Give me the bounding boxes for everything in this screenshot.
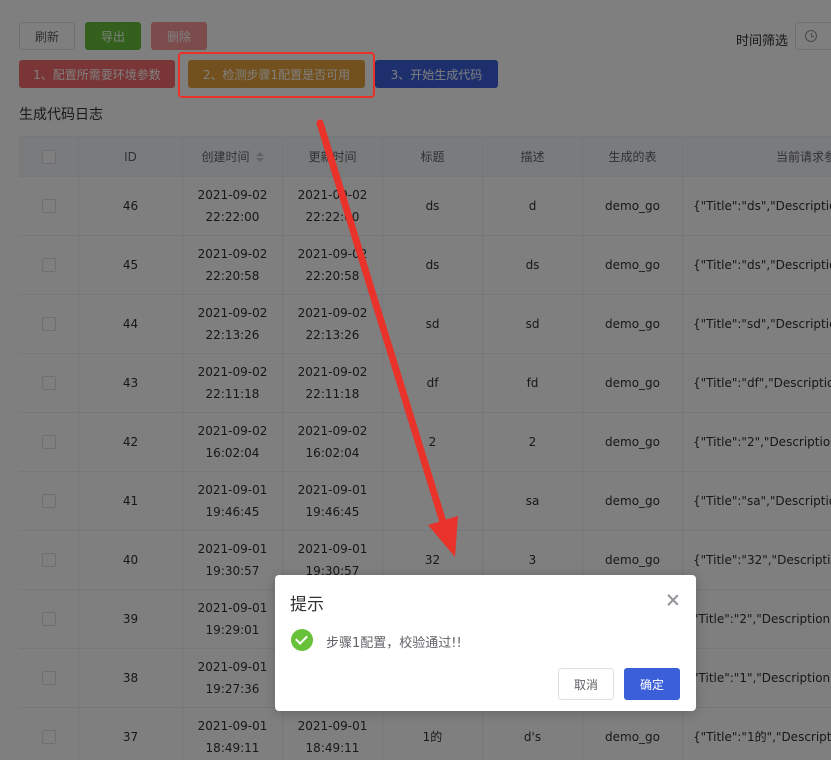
annotation-highlight-box bbox=[178, 52, 375, 98]
success-check-icon bbox=[291, 629, 313, 651]
dialog-title: 提示 bbox=[290, 595, 324, 615]
cancel-button[interactable]: 取消 bbox=[558, 668, 614, 700]
confirm-button[interactable]: 确定 bbox=[624, 668, 680, 700]
dialog-message: 步骤1配置，校验通过!! bbox=[326, 636, 462, 651]
close-icon[interactable] bbox=[666, 593, 680, 607]
page: 刷新 导出 删除 1、配置所需要环境参数 2、检测步骤1配置是否可用 3、开始生… bbox=[0, 0, 831, 760]
message-dialog: 提示 步骤1配置，校验通过!! 取消 确定 bbox=[275, 575, 696, 711]
